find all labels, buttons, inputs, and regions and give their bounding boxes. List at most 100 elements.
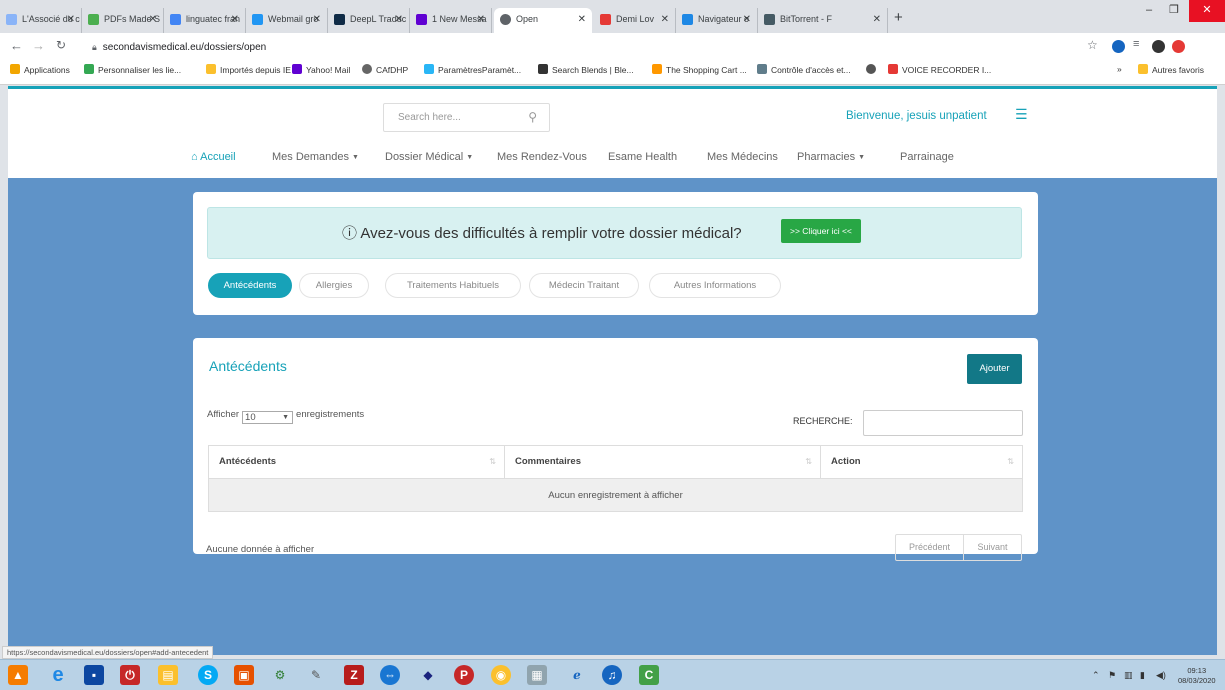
nav-item-parrainage[interactable]: Parrainage xyxy=(900,151,954,163)
file-explorer-icon[interactable]: ▤ xyxy=(158,665,178,685)
table-search-input[interactable] xyxy=(863,410,1023,436)
bookmark-item[interactable]: VOICE RECORDER I... xyxy=(888,64,991,75)
previous-page-button[interactable]: Précédent xyxy=(896,535,964,560)
help-click-here-button[interactable]: >> Cliquer ici << xyxy=(781,219,861,243)
close-tab-icon[interactable]: ✕ xyxy=(313,8,321,31)
browser-tab[interactable]: Navigateur o ✕ xyxy=(676,8,758,33)
extension-icon[interactable] xyxy=(1112,40,1125,53)
search-icon[interactable]: ⚲ xyxy=(528,104,537,131)
browser-tab[interactable]: DeepL Traduc ✕ xyxy=(328,8,410,33)
visual-studio-icon[interactable]: ◆ xyxy=(418,665,438,685)
minimize-button[interactable]: – xyxy=(1135,0,1163,22)
app-icon[interactable]: ▪ xyxy=(84,665,104,685)
power-icon[interactable]: ⏻ xyxy=(120,665,140,685)
nav-item-mes-demandes[interactable]: Mes Demandes ▼ xyxy=(272,151,359,163)
tab-traitements-habituels[interactable]: Traitements Habituels xyxy=(385,273,521,298)
nav-item-mes-rendez-vous[interactable]: Mes Rendez-Vous xyxy=(497,151,587,163)
system-clock[interactable]: 09:13 08/03/2020 xyxy=(1178,666,1216,686)
browser-tab[interactable]: Demi Lov ✕ xyxy=(594,8,676,33)
address-bar[interactable]: 🔒︎ secondavismedical.eu/dossiers/open xyxy=(92,38,1082,56)
nav-item-mes-medecins[interactable]: Mes Médecins xyxy=(707,151,778,163)
column-header-action[interactable]: Action ⇅ xyxy=(821,446,1022,478)
next-page-button[interactable]: Suivant xyxy=(964,535,1021,560)
media-icon[interactable]: ▣ xyxy=(234,665,254,685)
close-window-button[interactable]: ✕ xyxy=(1189,0,1225,22)
more-bookmarks-button[interactable]: » xyxy=(1117,64,1122,74)
bookmark-item[interactable]: CAfDHP xyxy=(362,64,408,75)
browser-tab-active[interactable]: Open ✕ xyxy=(494,8,592,33)
bookmark-star-icon[interactable]: ☆ xyxy=(1087,38,1098,52)
browser-tab[interactable]: PDFs Made S ✕ xyxy=(82,8,164,33)
browser-tab[interactable]: linguatec fran ✕ xyxy=(164,8,246,33)
bookmark-item[interactable]: Personnaliser les lie... xyxy=(84,64,181,75)
page-length-select[interactable]: 10 ▼ xyxy=(242,411,294,424)
add-antecedent-button[interactable]: Ajouter xyxy=(967,354,1022,384)
volume-icon[interactable]: ◀) xyxy=(1156,670,1166,681)
close-tab-icon[interactable]: ✕ xyxy=(873,8,881,31)
bookmark-item[interactable]: Applications xyxy=(10,64,70,75)
document-icon[interactable]: ▦ xyxy=(527,665,547,685)
flag-icon[interactable]: ⚑ xyxy=(1108,670,1116,681)
battery-icon[interactable]: ▮ xyxy=(1140,670,1145,681)
close-tab-icon[interactable]: ✕ xyxy=(395,8,403,31)
reload-icon[interactable]: ↻ xyxy=(56,38,66,52)
tab-medecin-traitant[interactable]: Médecin Traitant xyxy=(529,273,639,298)
tab-autres-informations[interactable]: Autres Informations xyxy=(649,273,781,298)
close-tab-icon[interactable]: ✕ xyxy=(67,8,75,31)
site-search-input[interactable]: Search here... ⚲ xyxy=(383,103,550,132)
close-tab-icon[interactable]: ✕ xyxy=(231,8,239,31)
close-tab-icon[interactable]: ✕ xyxy=(477,8,485,31)
network-icon[interactable]: ⚙ xyxy=(270,665,290,685)
column-header-antecedents[interactable]: Antécédents ⇅ xyxy=(209,446,505,478)
network-status-icon[interactable]: ▥ xyxy=(1124,670,1133,681)
teamviewer-icon[interactable]: ⇔ xyxy=(380,665,400,685)
show-hidden-icons-icon[interactable]: ⌃ xyxy=(1092,670,1100,681)
maximize-button[interactable]: ❐ xyxy=(1160,0,1188,22)
nav-item-dossier-medical[interactable]: Dossier Médical ▼ xyxy=(385,151,473,163)
menu-icon[interactable]: ☰ xyxy=(1015,106,1028,123)
browser-tab[interactable]: Webmail gro ✕ xyxy=(246,8,328,33)
filezilla-icon[interactable]: Z xyxy=(344,665,364,685)
tab-allergies[interactable]: Allergies xyxy=(299,273,369,298)
skype-icon[interactable]: S xyxy=(198,665,218,685)
browser-tab[interactable]: 1 New Messa ✕ xyxy=(410,8,492,33)
bookmark-item[interactable] xyxy=(866,64,880,75)
internet-explorer-icon[interactable]: e xyxy=(48,665,68,685)
new-tab-button[interactable]: + xyxy=(894,9,903,26)
headphones-icon[interactable]: ♫ xyxy=(602,665,622,685)
camtasia-icon[interactable]: C xyxy=(639,665,659,685)
close-tab-icon[interactable]: ✕ xyxy=(661,8,669,31)
column-header-commentaires[interactable]: Commentaires ⇅ xyxy=(505,446,821,478)
edge-icon[interactable]: ℯ xyxy=(567,665,587,685)
nav-item-pharmacies[interactable]: Pharmacies ▼ xyxy=(797,151,865,163)
close-tab-icon[interactable]: ✕ xyxy=(743,8,751,31)
chrome-icon[interactable]: ◉ xyxy=(491,665,511,685)
close-tab-icon[interactable]: ✕ xyxy=(578,8,586,31)
extension-record-icon[interactable] xyxy=(1172,40,1185,53)
bookmark-item[interactable]: Importés depuis IE xyxy=(206,64,291,75)
pen-icon[interactable]: ✎ xyxy=(306,665,326,685)
tab-antecedents[interactable]: Antécédents xyxy=(208,273,292,298)
bookmark-item[interactable]: Yahoo! Mail xyxy=(292,64,350,75)
bookmark-item[interactable]: The Shopping Cart ... xyxy=(652,64,747,75)
url-text: secondavismedical.eu/dossiers/open xyxy=(102,42,267,53)
forward-arrow-icon[interactable]: → xyxy=(32,38,45,53)
back-arrow-icon[interactable]: ← xyxy=(10,38,23,53)
bookmark-item[interactable]: ParamètresParamèt... xyxy=(424,64,521,75)
profile-icon[interactable] xyxy=(1152,40,1165,53)
vlc-icon[interactable]: ▲ xyxy=(8,665,28,685)
nav-item-accueil[interactable]: ⌂ Accueil xyxy=(191,151,236,163)
extension-list-icon[interactable]: ≡ xyxy=(1133,38,1139,50)
browser-tab[interactable]: BitTorrent - F ✕ xyxy=(758,8,888,33)
close-tab-icon[interactable]: ✕ xyxy=(149,8,157,31)
bookmark-item[interactable]: Contrôle d'accès et... xyxy=(757,64,851,75)
other-bookmarks-folder[interactable]: Autres favoris xyxy=(1138,64,1204,75)
home-icon: ⌂ xyxy=(191,151,198,163)
clock-time: 09:13 xyxy=(1187,666,1207,675)
tab-title: Navigateur o xyxy=(698,14,750,24)
bookmark-item[interactable]: Search Blends | Ble... xyxy=(538,64,634,75)
bookmark-label: ParamètresParamèt... xyxy=(438,65,522,75)
pdf-icon[interactable]: P xyxy=(454,665,474,685)
browser-tab[interactable]: L'Associé du c ✕ xyxy=(0,8,82,33)
nav-item-esame-health[interactable]: Esame Health xyxy=(608,151,677,163)
